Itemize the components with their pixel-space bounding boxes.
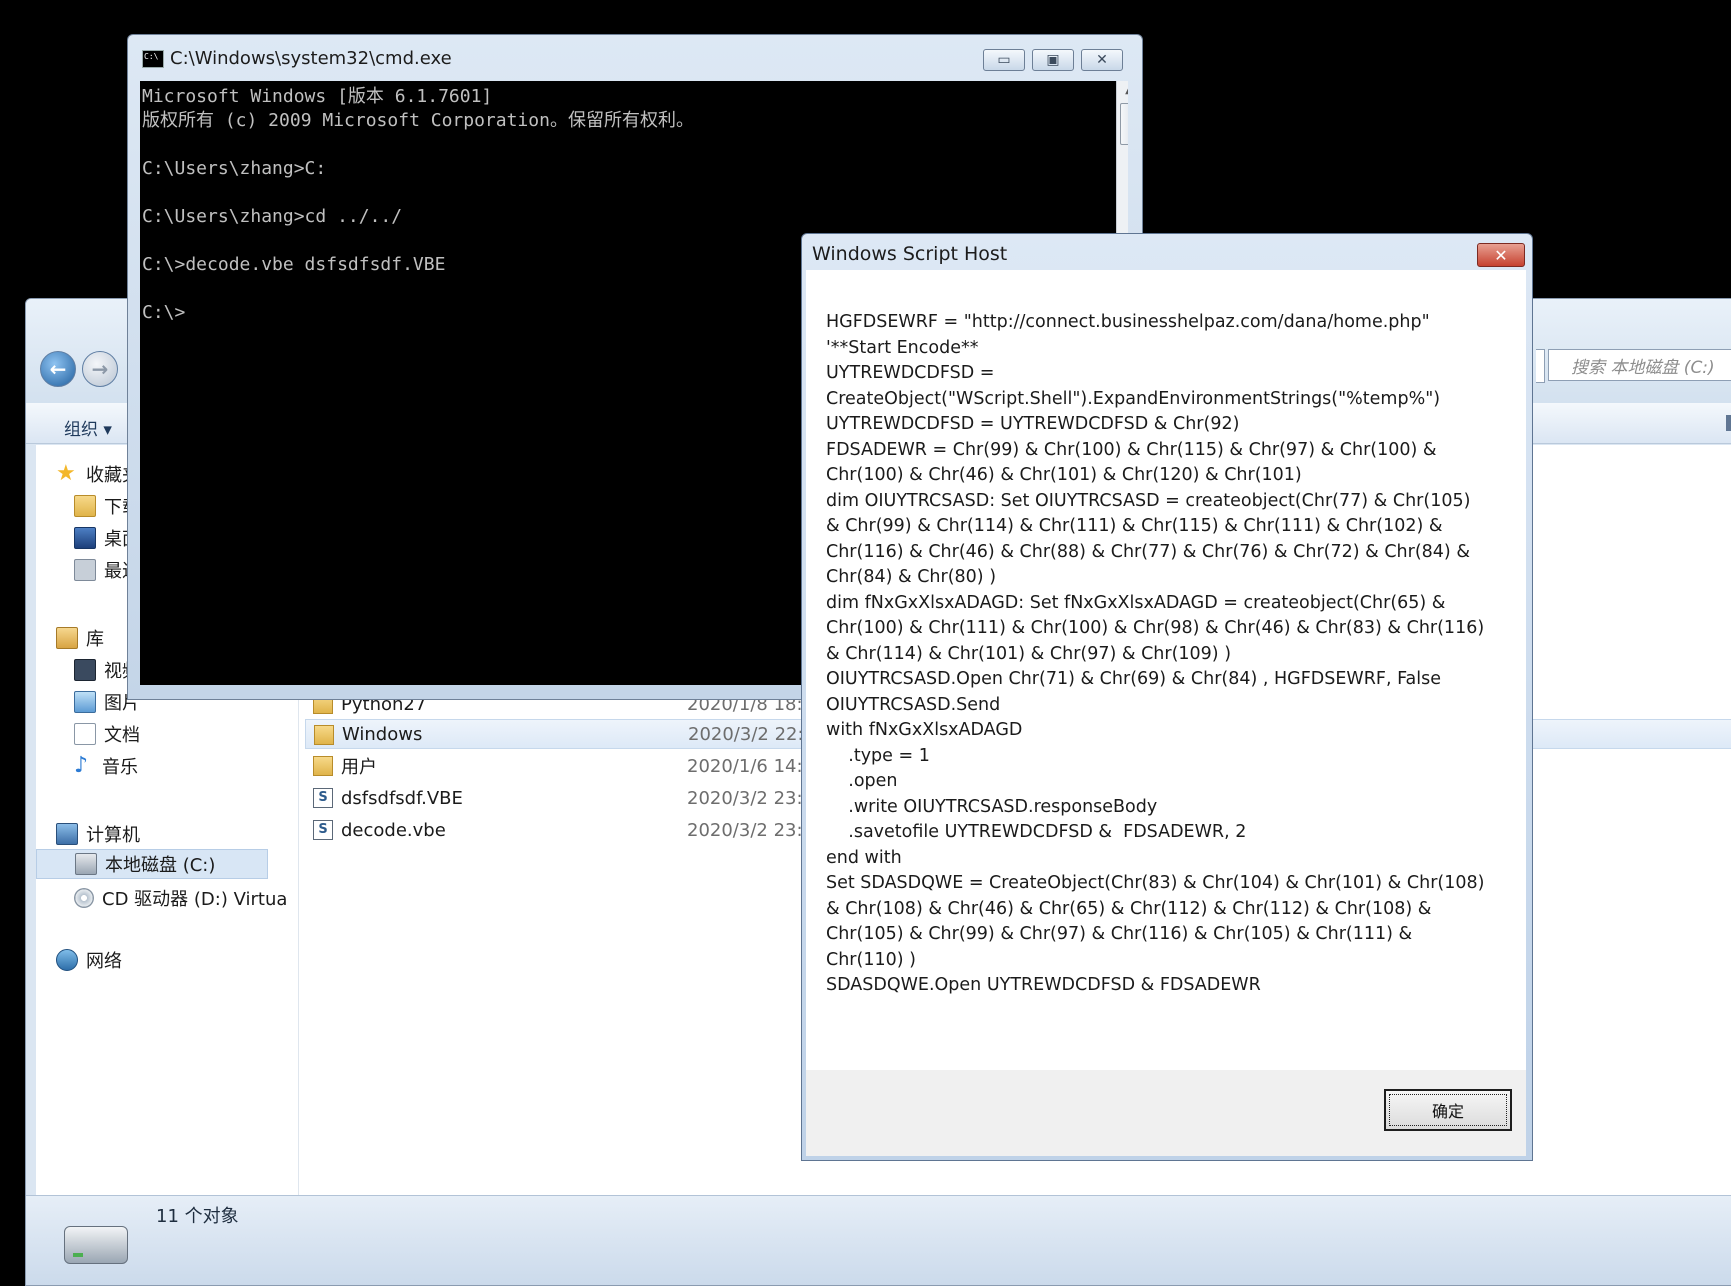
- nav-computer-label: 计算机: [86, 825, 140, 846]
- music-note-icon: ♪: [74, 753, 89, 778]
- search-placeholder: 搜索 本地磁盘 (C:): [1571, 357, 1715, 378]
- nav-documents[interactable]: 文档: [74, 719, 140, 749]
- address-bar[interactable]: [1536, 349, 1545, 383]
- arrow-left-icon: ←: [49, 357, 67, 381]
- wsh-dialog-body: HGFDSEWRF = "http://connect.businesshelp…: [806, 270, 1526, 1156]
- wsh-dialog-title: Windows Script Host: [812, 243, 1008, 265]
- nav-local-disk-c[interactable]: 本地磁盘 (C:): [36, 849, 268, 879]
- file-name: decode.vbe: [341, 819, 446, 841]
- file-name: dsfsdfsdf.VBE: [341, 787, 463, 809]
- pictures-icon: [74, 691, 96, 713]
- nav-music-label: 音乐: [102, 757, 138, 778]
- recent-places-icon: [74, 559, 96, 581]
- wsh-message-area: HGFDSEWRF = "http://connect.businesshelp…: [806, 270, 1526, 1070]
- nav-network-label: 网络: [86, 951, 122, 972]
- minimize-button[interactable]: ▭: [983, 49, 1025, 71]
- wsh-dialog: Windows Script Host ✕ HGFDSEWRF = "http:…: [801, 233, 1533, 1161]
- computer-icon: [56, 823, 78, 845]
- item-count: 11 个对象: [156, 1206, 239, 1227]
- cmd-icon: [142, 50, 164, 68]
- file-date: 2020/3/2 22:: [688, 723, 804, 745]
- nav-libraries[interactable]: 库: [56, 623, 104, 653]
- downloads-folder-icon: [74, 495, 96, 517]
- documents-icon: [74, 723, 96, 745]
- libraries-icon: [56, 627, 78, 649]
- maximize-icon: ▣: [1046, 52, 1060, 68]
- file-name: Windows: [342, 723, 423, 745]
- organize-button[interactable]: 组织 ▾: [64, 415, 112, 440]
- star-icon: ★: [56, 461, 76, 486]
- nav-cd-drive[interactable]: CD 驱动器 (D:) VirtualBox: [74, 883, 288, 913]
- wsh-message-text: HGFDSEWRF = "http://connect.businesshelp…: [826, 312, 1485, 995]
- folder-icon: [314, 725, 334, 745]
- ok-button[interactable]: 确定: [1384, 1089, 1512, 1131]
- nav-music[interactable]: ♪ 音乐: [74, 751, 138, 781]
- hard-drive-icon: [64, 1226, 128, 1264]
- vbscript-file-icon: S: [313, 820, 333, 840]
- file-date: 2020/3/2 23:: [687, 787, 803, 809]
- file-name: 用户: [341, 757, 377, 778]
- scroll-thumb[interactable]: [1120, 103, 1128, 145]
- videos-icon: [74, 659, 96, 681]
- desktop-icon: [74, 527, 96, 549]
- arrow-right-icon: →: [91, 357, 109, 381]
- network-icon: [56, 949, 78, 971]
- nav-local-disk-label: 本地磁盘 (C:): [105, 855, 216, 876]
- scroll-up-arrow-icon[interactable]: ▲: [1117, 81, 1128, 101]
- wsh-close-button[interactable]: ✕: [1477, 243, 1525, 267]
- nav-network[interactable]: 网络: [56, 945, 122, 975]
- maximize-button[interactable]: ▣: [1032, 49, 1074, 71]
- nav-cd-drive-label: CD 驱动器 (D:) VirtualBox: [102, 889, 288, 910]
- search-input[interactable]: 搜索 本地磁盘 (C:): [1548, 349, 1731, 381]
- close-icon: ✕: [1096, 52, 1108, 68]
- folder-icon: [313, 756, 333, 776]
- minimize-icon: ▭: [997, 52, 1011, 68]
- cd-drive-icon: [74, 888, 94, 908]
- hard-drive-icon: [75, 853, 97, 875]
- nav-libraries-label: 库: [86, 629, 104, 650]
- cmd-window-title: C:\Windows\system32\cmd.exe: [170, 48, 452, 69]
- file-date: 2020/3/2 23:: [687, 819, 803, 841]
- nav-computer[interactable]: 计算机: [56, 819, 140, 849]
- forward-button[interactable]: →: [82, 351, 118, 387]
- toolbar-edge: [1726, 415, 1731, 431]
- back-button[interactable]: ←: [40, 351, 76, 387]
- details-pane: 11 个对象: [26, 1195, 1731, 1285]
- file-date: 2020/1/6 14:: [687, 755, 803, 777]
- close-button[interactable]: ✕: [1081, 49, 1123, 71]
- vbscript-file-icon: S: [313, 788, 333, 808]
- nav-documents-label: 文档: [104, 725, 140, 746]
- close-icon: ✕: [1494, 245, 1508, 265]
